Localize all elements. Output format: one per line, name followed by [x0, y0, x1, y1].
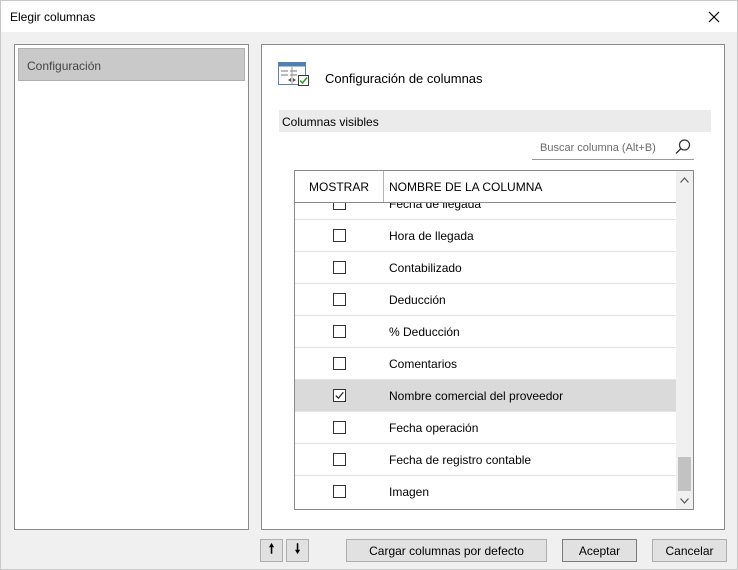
- show-checkbox[interactable]: [333, 357, 346, 370]
- column-name: Hora de llegada: [389, 229, 474, 243]
- column-header-name[interactable]: NOMBRE DE LA COLUMNA: [389, 171, 669, 202]
- window-title: Elegir columnas: [10, 10, 96, 24]
- sidebar: Configuración: [14, 44, 249, 530]
- table-row[interactable]: Comentarios: [295, 348, 676, 380]
- search-input[interactable]: [532, 139, 666, 157]
- column-name: % Deducción: [389, 325, 460, 339]
- columns-grid: MOSTRAR NOMBRE DE LA COLUMNA Fecha de ll…: [294, 170, 694, 510]
- table-row[interactable]: Fecha operación: [295, 412, 676, 444]
- checkmark-icon: [335, 391, 344, 400]
- table-row[interactable]: Fecha de registro contable: [295, 444, 676, 476]
- sidebar-item-configuracion[interactable]: Configuración: [18, 48, 245, 81]
- close-button[interactable]: [691, 1, 737, 32]
- page-title: Configuración de columnas: [325, 71, 483, 86]
- show-checkbox-checked[interactable]: [333, 389, 346, 402]
- column-name: Fecha de registro contable: [389, 453, 532, 467]
- column-name: Nombre comercial del proveedor: [389, 389, 564, 403]
- table-row-selected[interactable]: Nombre comercial del proveedor: [295, 380, 676, 412]
- column-name: Deducción: [389, 293, 446, 307]
- accept-button[interactable]: Aceptar: [562, 539, 637, 562]
- grid-header: MOSTRAR NOMBRE DE LA COLUMNA: [295, 171, 676, 203]
- section-header-visible-columns: Columnas visibles: [279, 110, 711, 132]
- chevron-down-icon: [680, 497, 689, 504]
- columns-settings-icon: [278, 62, 309, 86]
- scrollbar-thumb[interactable]: [678, 457, 691, 491]
- show-checkbox[interactable]: [333, 485, 346, 498]
- table-row[interactable]: % Deducción: [295, 316, 676, 348]
- main-panel: Configuración de columnas Columnas visib…: [261, 44, 725, 530]
- search-icon[interactable]: [674, 138, 692, 156]
- column-name: Imagen: [389, 485, 430, 499]
- column-name: Comentarios: [389, 357, 458, 371]
- close-icon: [708, 11, 720, 22]
- move-down-button[interactable]: 🠗: [286, 539, 309, 562]
- vertical-scrollbar[interactable]: [676, 171, 693, 509]
- scroll-up-button[interactable]: [676, 171, 693, 188]
- show-checkbox[interactable]: [333, 453, 346, 466]
- column-name: Contabilizado: [389, 261, 462, 275]
- show-checkbox[interactable]: [333, 261, 346, 274]
- show-checkbox[interactable]: [333, 293, 346, 306]
- search-box: [532, 137, 694, 160]
- column-name: Fecha de llegada: [389, 203, 482, 211]
- move-up-button[interactable]: 🠕: [260, 539, 283, 562]
- scroll-down-button[interactable]: [676, 492, 693, 509]
- cancel-button[interactable]: Cancelar: [652, 539, 727, 562]
- load-defaults-button[interactable]: Cargar columnas por defecto: [346, 539, 547, 562]
- chevron-up-icon: [680, 176, 689, 183]
- title-bar: Elegir columnas: [1, 1, 737, 32]
- show-checkbox[interactable]: [333, 203, 346, 210]
- table-row[interactable]: Imagen: [295, 476, 676, 508]
- grid-rows: Fecha de llegada Hora de llegada Contabi…: [295, 203, 676, 509]
- table-row[interactable]: Hora de llegada: [295, 220, 676, 252]
- choose-columns-dialog: Elegir columnas Configuración Configurac…: [0, 0, 738, 570]
- table-row[interactable]: Fecha de llegada: [295, 203, 676, 220]
- show-checkbox[interactable]: [333, 421, 346, 434]
- table-row[interactable]: Deducción: [295, 284, 676, 316]
- column-header-show[interactable]: MOSTRAR: [295, 171, 384, 202]
- show-checkbox[interactable]: [333, 325, 346, 338]
- column-name: Fecha operación: [389, 421, 479, 435]
- table-row[interactable]: Contabilizado: [295, 252, 676, 284]
- show-checkbox[interactable]: [333, 229, 346, 242]
